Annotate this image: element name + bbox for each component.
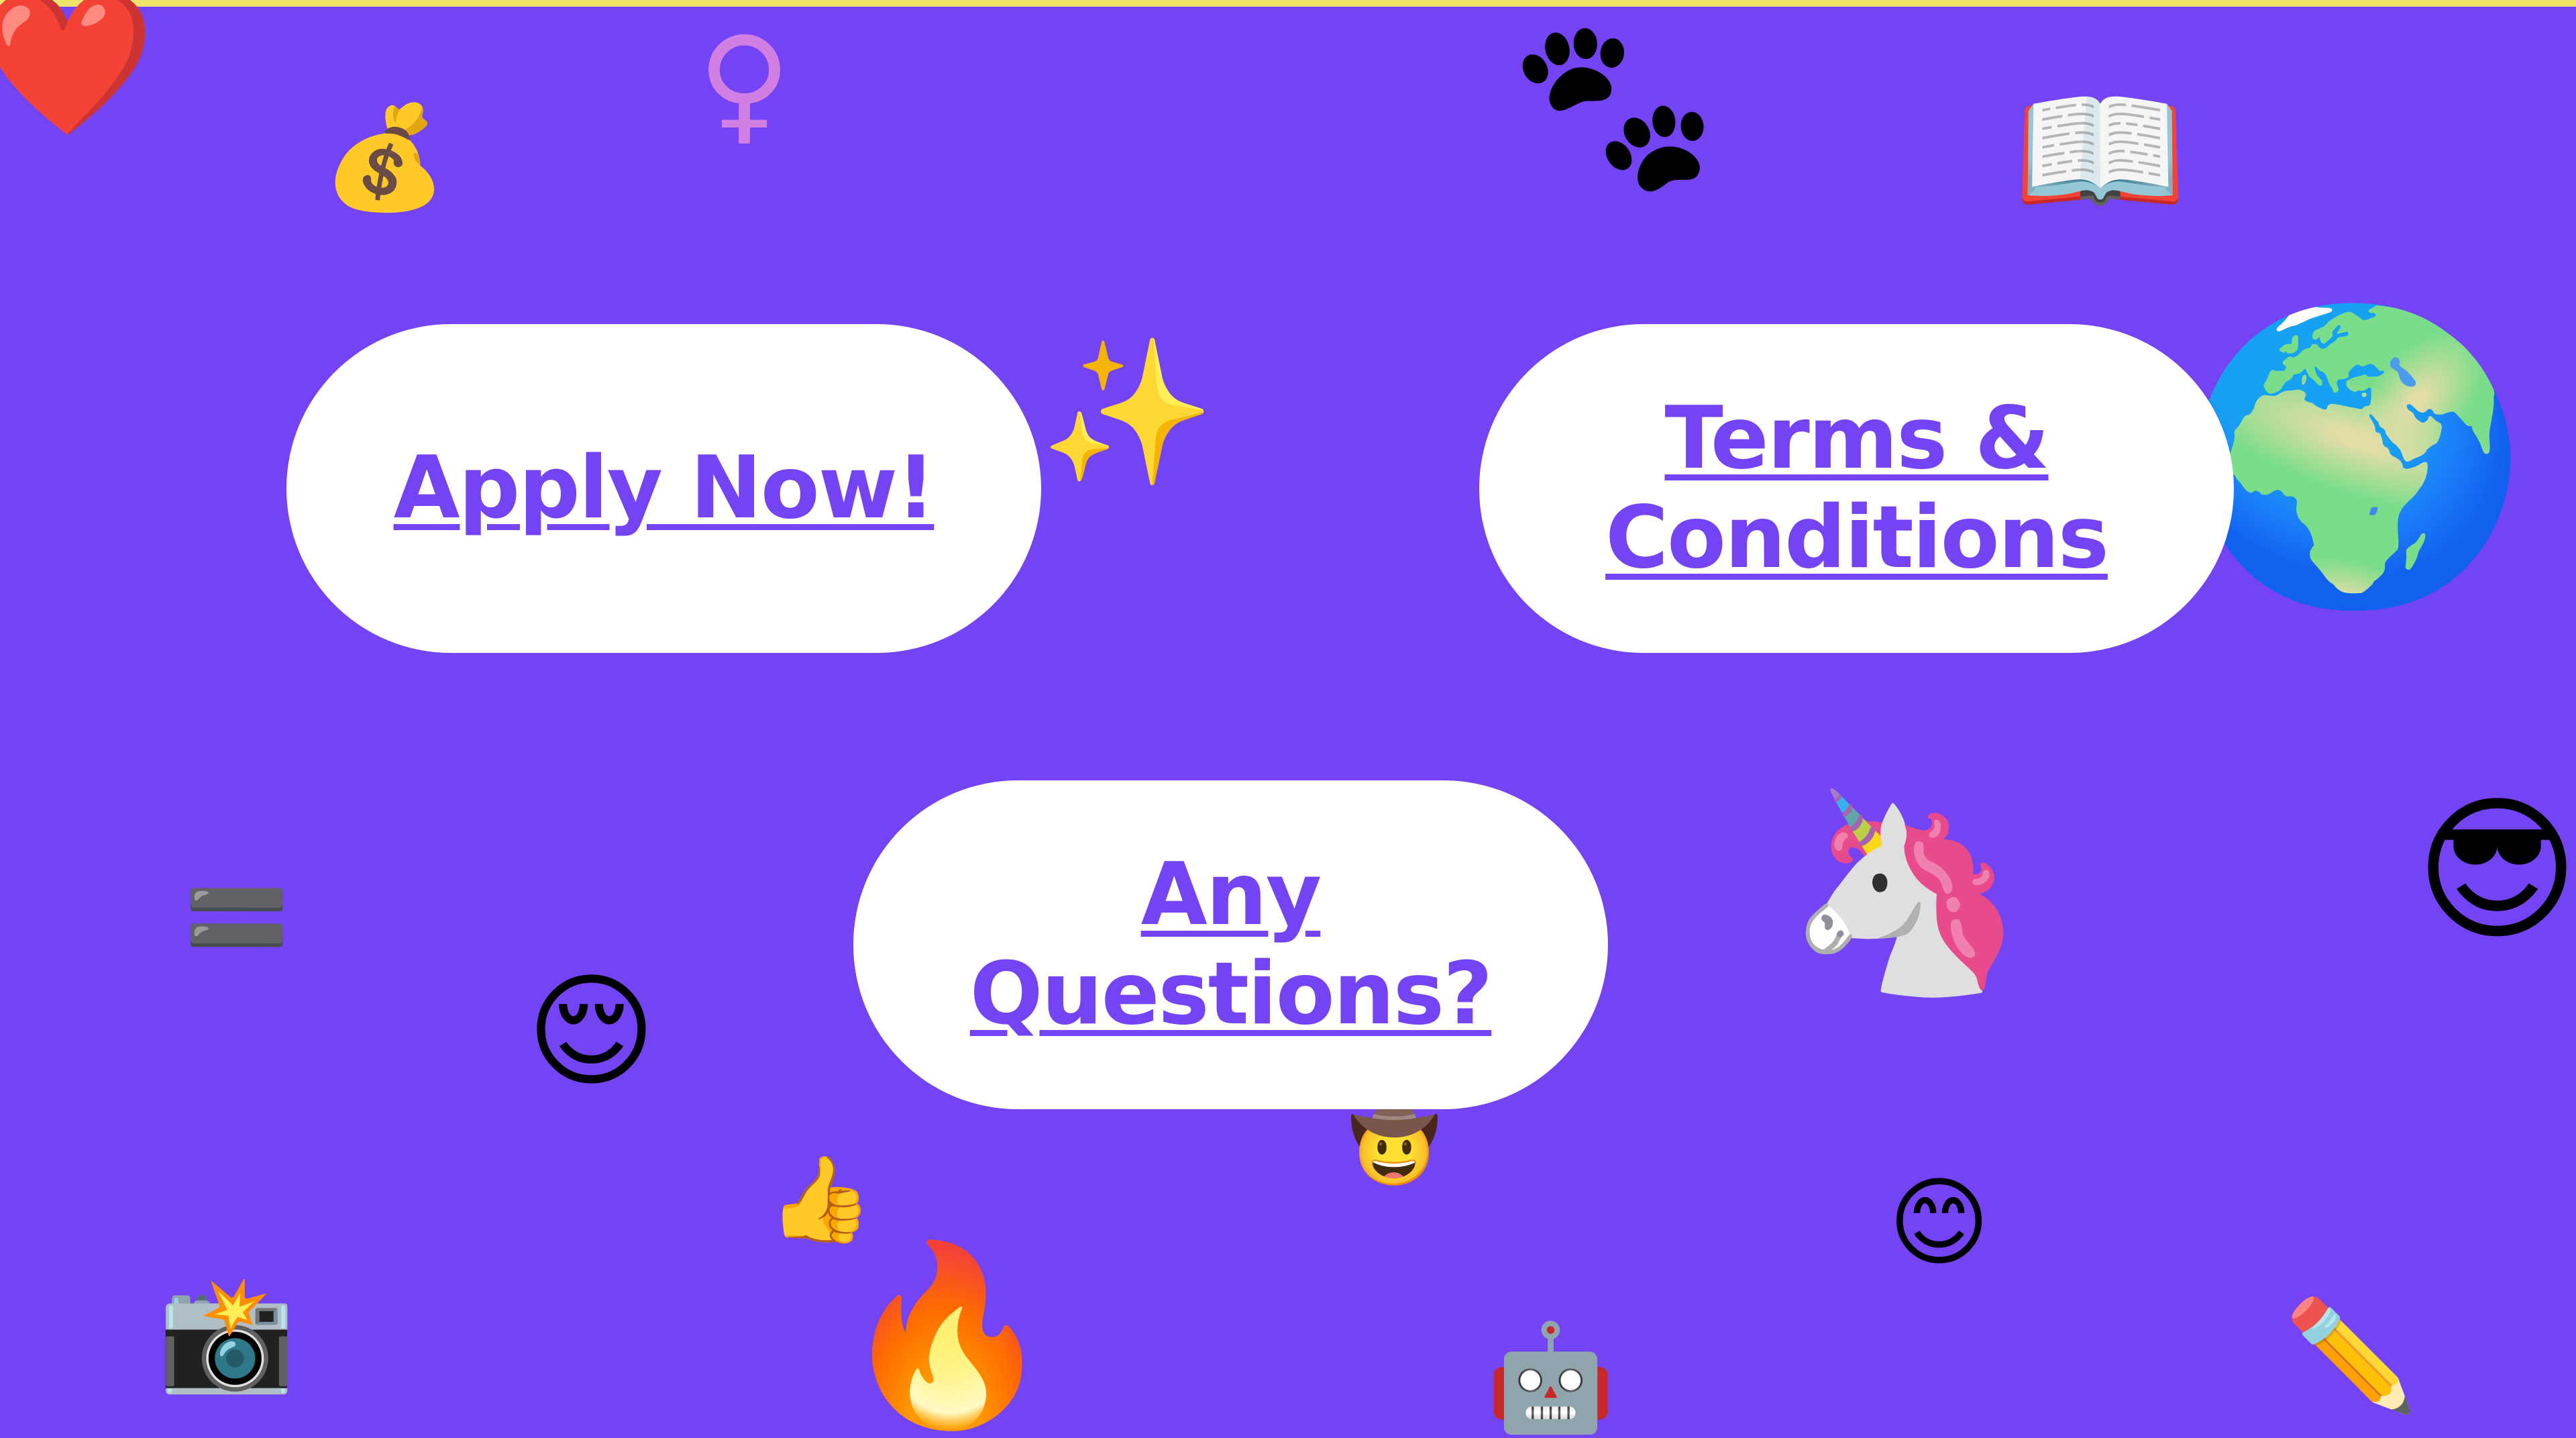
money-bag-icon: 💰 (322, 99, 447, 216)
heart-icon: ❤️ (0, 0, 156, 146)
cowboy-face-icon: 🤠 (1348, 1101, 1440, 1187)
relieved-face-icon: 😌 (527, 959, 656, 1104)
terms-conditions-link[interactable]: Terms & Conditions (1560, 389, 2153, 588)
any-questions-link[interactable]: Any Questions? (934, 845, 1527, 1044)
smiling-face-icon: 😊 (1888, 1166, 1990, 1280)
fire-icon: 🔥 (839, 1234, 1056, 1437)
paw-prints-icon: 🐾 (1509, 6, 1719, 201)
camera-flash-icon: 📸 (158, 1269, 296, 1398)
apply-now-button[interactable]: Apply Now! (286, 324, 1041, 653)
cool-face-icon: 😎 (2415, 779, 2576, 962)
globe-icon: 🌍 (2180, 292, 2531, 620)
pencil-icon: ✏️ (2284, 1292, 2418, 1418)
female-sign-icon: ♀ (698, 9, 792, 158)
top-strip (0, 0, 2576, 7)
sparkles-icon: ✨ (1040, 330, 1216, 495)
any-questions-button[interactable]: Any Questions? (853, 780, 1608, 1109)
apply-now-link[interactable]: Apply Now! (394, 439, 936, 538)
open-book-icon: 📖 (2012, 68, 2188, 233)
unicorn-icon: 🦄 (1784, 779, 2027, 1005)
thumbs-up-icon: 👍 (768, 1151, 873, 1248)
terms-conditions-button[interactable]: Terms & Conditions (1479, 324, 2234, 653)
equals-icon: 🟰 (184, 869, 289, 966)
